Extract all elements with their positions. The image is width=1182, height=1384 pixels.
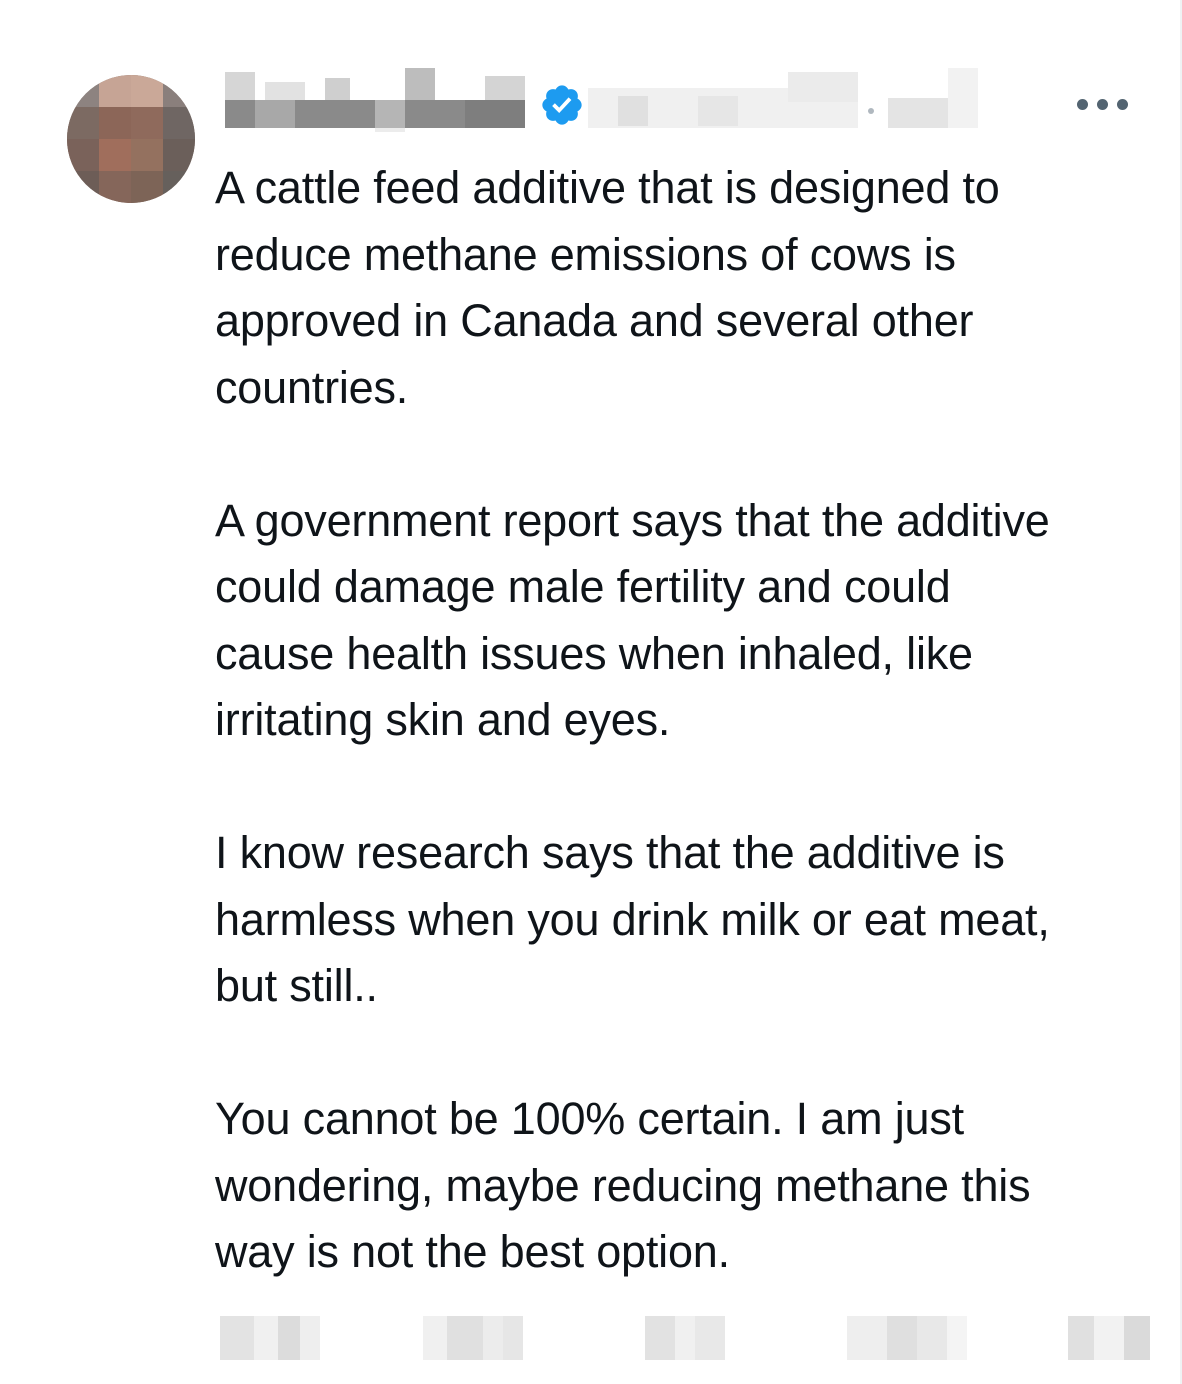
tweet-paragraph: A government report says that the additi… [215, 494, 1050, 746]
more-dot [1096, 98, 1108, 110]
more-horizontal-icon [1076, 98, 1088, 110]
tweet-text: A cattle feed additive that is designed … [215, 155, 1165, 1286]
more-options-button[interactable] [1060, 86, 1144, 122]
share-action[interactable] [1068, 1316, 1150, 1360]
retweet-action[interactable] [423, 1316, 523, 1360]
tweet-paragraph: I know research says that the additive i… [215, 827, 1050, 1011]
tweet-paragraph: A cattle feed additive that is designed … [215, 162, 1000, 413]
tweet-paragraph: You cannot be 100% certain. I am just wo… [215, 1093, 1031, 1277]
more-dot [1116, 98, 1128, 110]
author-display-name[interactable] [225, 68, 530, 132]
views-action[interactable] [847, 1316, 967, 1360]
verified-badge-icon [542, 85, 582, 125]
author-handle-and-time[interactable] [588, 68, 980, 132]
avatar[interactable] [67, 75, 195, 203]
tweet-action-bar [220, 1316, 1155, 1360]
reply-action[interactable] [220, 1316, 320, 1360]
like-action[interactable] [645, 1316, 725, 1360]
